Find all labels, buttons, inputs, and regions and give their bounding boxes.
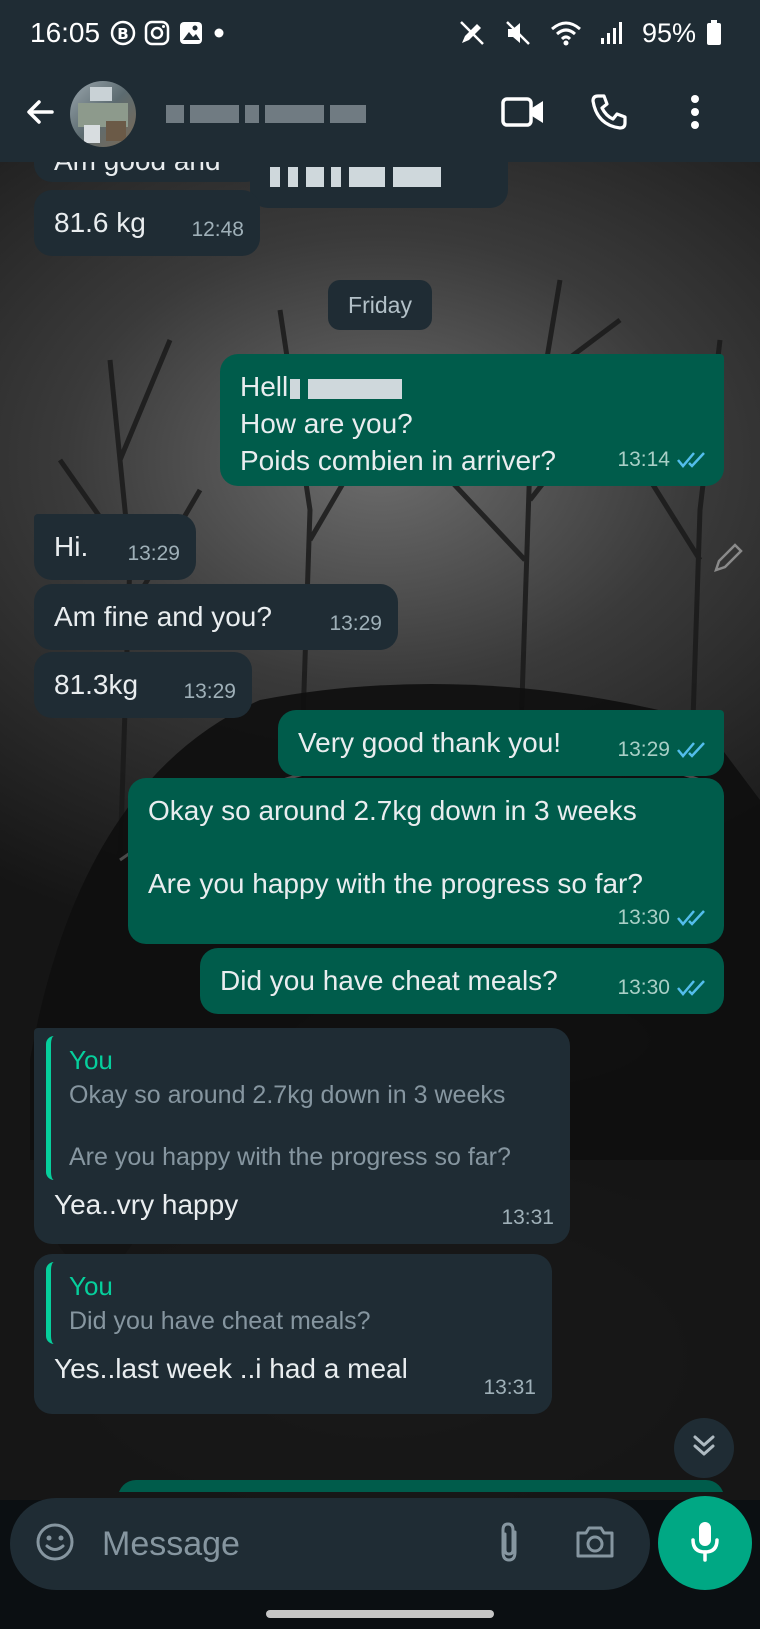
message-bubble-outgoing[interactable]: Did you have cheat meals? 13:30 [200,948,724,1014]
message-text: Am fine and you? [54,601,272,632]
attach-icon [495,1520,523,1569]
message-time: 13:29 [127,542,180,565]
message-composer [10,1498,650,1590]
camera-icon [574,1524,616,1565]
emoji-icon [35,1522,75,1567]
svg-text:B: B [117,25,128,43]
message-bubble-incoming[interactable]: 81.3kg 13:29 [34,652,252,718]
message-text: Did you have cheat meals? [220,965,558,996]
more-vert-icon [690,94,700,135]
date-divider: Friday [328,280,432,330]
attach-button[interactable] [484,1519,534,1569]
pencil-icon [712,540,746,579]
message-time: 13:30 [617,906,670,929]
scroll-to-bottom-button[interactable] [674,1418,734,1478]
message-text: 81.6 kg [54,207,146,238]
read-receipt-icon [676,741,708,759]
quote-text: Did you have cheat meals? [69,1307,371,1335]
message-time: 13:29 [183,680,236,703]
back-arrow-icon [24,96,56,133]
read-receipt-icon [676,909,708,927]
message-text: How are you? [240,408,413,439]
message-bubble-incoming[interactable]: Am fine and you? 13:29 [34,584,398,650]
message-time: 13:29 [329,612,382,635]
message-bubble-incoming[interactable]: You Did you have cheat meals? Yes..last … [34,1254,552,1414]
message-text: Hi. [54,531,89,562]
message-text: Are you happy with the progress so far? [148,868,643,899]
phone-icon [589,92,629,137]
voice-record-button[interactable] [658,1496,752,1590]
more-options-button[interactable] [670,89,720,139]
message-text: 81.3kg [54,669,139,700]
message-input[interactable] [102,1524,482,1564]
contact-name[interactable] [166,103,366,125]
camera-button[interactable] [570,1519,620,1569]
message-time: 13:30 [617,976,670,999]
status-time: 16:05 [30,17,101,48]
signal-icon [600,20,624,46]
quoted-message[interactable]: You Okay so around 2.7kg down in 3 weeks… [46,1036,558,1180]
quote-text: Are you happy with the progress so far? [69,1143,511,1171]
video-call-icon [501,95,545,134]
message-text: Am good and [54,162,221,176]
message-time: 13:31 [483,1376,536,1399]
message-time: 12:48 [191,218,244,241]
message-time: 13:14 [617,448,670,471]
message-text: Hell [240,371,289,402]
read-receipt-icon [676,451,708,469]
battery-percent: 95% [641,17,696,48]
read-receipt-icon [676,979,708,997]
b-badge-icon: B [110,20,136,46]
status-bar: 16:05 B 95% [0,0,760,66]
message-bubble-outgoing[interactable] [118,1480,724,1492]
instagram-icon [144,20,170,46]
back-button[interactable] [10,84,70,144]
message-text: Okay so around 2.7kg down in 3 weeks [148,795,637,826]
wifi-icon [550,19,582,47]
mic-icon [688,1520,722,1567]
voice-call-button[interactable] [584,89,634,139]
chat-header [0,66,760,162]
quote-author: You [69,1045,113,1075]
message-text: Very good thank you! [298,727,562,758]
message-bubble-incoming[interactable]: Am good and [34,162,264,182]
video-call-button[interactable] [498,89,548,139]
message-bubble-outgoing[interactable]: Okay so around 2.7kg down in 3 weeks Are… [128,778,724,944]
message-text: Yea..vry happy [54,1189,239,1220]
quote-text: Okay so around 2.7kg down in 3 weeks [69,1081,506,1109]
message-bubble-incoming[interactable] [250,162,508,208]
message-bubble-incoming[interactable]: You Okay so around 2.7kg down in 3 weeks… [34,1028,570,1244]
dot-icon [212,26,226,40]
message-time: 13:31 [501,1206,554,1229]
quote-author: You [69,1271,113,1301]
avatar[interactable] [70,81,136,147]
message-text: Yes..last week ..i had a meal [54,1353,408,1384]
emoji-button[interactable] [30,1519,80,1569]
message-bubble-incoming[interactable]: Hi. 13:29 [34,514,196,580]
quoted-message[interactable]: You Did you have cheat meals? [46,1262,540,1344]
message-time: 13:29 [617,738,670,761]
message-bubble-outgoing[interactable]: Hell How are you? Poids combien in arriv… [220,354,724,486]
battery-icon [706,20,722,46]
message-bubble-outgoing[interactable]: Very good thank you! 13:29 [278,710,724,776]
message-bubble-incoming[interactable]: 81.6 kg 12:48 [34,190,260,256]
home-gesture-handle[interactable] [266,1610,494,1618]
mute-icon [504,19,532,47]
double-chevron-down-icon [690,1432,718,1465]
pen-off-icon [458,19,486,47]
message-list[interactable]: Am good and 81.6 kg 12:48 Friday Hell Ho… [0,162,760,1492]
gallery-icon [178,20,204,46]
